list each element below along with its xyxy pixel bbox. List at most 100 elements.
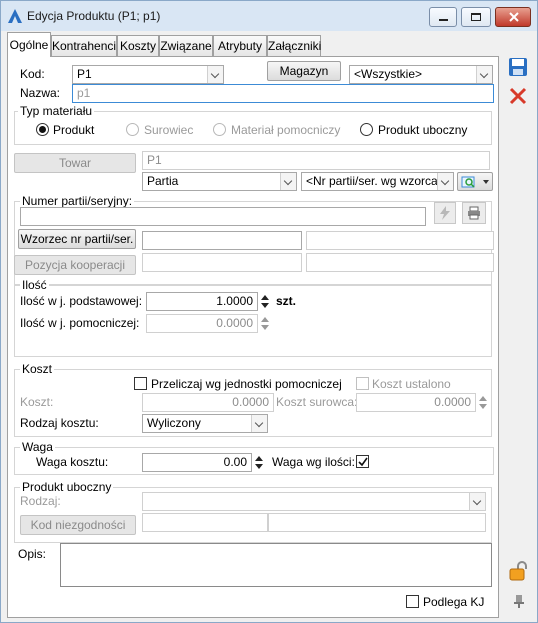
- batch-title: Numer partii/seryjny:: [20, 194, 135, 208]
- batch-number-input[interactable]: [20, 207, 426, 226]
- waga-wg-ilosci-label: Waga wg ilości:: [272, 455, 355, 469]
- close-icon: [509, 12, 519, 22]
- weight-title: Waga: [20, 440, 55, 454]
- partia-select[interactable]: Partia: [142, 172, 297, 191]
- rodzaj-kosztu-label: Rodzaj kosztu:: [20, 416, 99, 430]
- radio-material-pomocniczy[interactable]: [213, 123, 226, 136]
- base-quantity-label: Ilość w j. podstawowej:: [20, 294, 143, 308]
- magazyn-button[interactable]: Magazyn: [267, 61, 341, 81]
- delete-icon: [509, 87, 527, 105]
- base-quantity-input[interactable]: 1.0000: [146, 292, 258, 311]
- kooperacja-input: [142, 253, 302, 272]
- pin-button[interactable]: [511, 593, 527, 609]
- rodzaj-kosztu-value: Wyliczony: [147, 416, 201, 430]
- radio-surowiec[interactable]: [126, 123, 139, 136]
- kod-niezgodnosci-button[interactable]: Kod niezgodności: [20, 515, 136, 535]
- print-button[interactable]: [462, 202, 486, 224]
- aux-quantity-input[interactable]: 0.0000: [146, 314, 258, 333]
- tab-zwiazane[interactable]: Związane: [159, 35, 213, 56]
- waga-kosztu-input[interactable]: 0.00: [142, 453, 252, 472]
- kod-label: Kod:: [20, 67, 45, 81]
- magazyn-select[interactable]: <Wszystkie>: [349, 65, 493, 84]
- kod-value: P1: [77, 67, 92, 81]
- nazwa-label: Nazwa:: [20, 86, 61, 100]
- base-quantity-spinner-icon[interactable]: [260, 292, 270, 311]
- koszt-surowca-label: Koszt surowca:: [276, 395, 358, 409]
- kod-select[interactable]: P1: [72, 65, 224, 84]
- chevron-down-icon: [437, 173, 453, 190]
- search-preview-icon: [461, 176, 475, 188]
- window-title: Edycja Produktu (P1; p1): [27, 9, 161, 23]
- chevron-down-icon: [483, 180, 489, 184]
- window: Edycja Produktu (P1; p1) Ogólne Kontrahe…: [0, 0, 538, 623]
- aux-quantity-spinner-icon[interactable]: [260, 314, 270, 333]
- aux-quantity-label: Ilość w j. pomocniczej:: [20, 316, 140, 330]
- nr-partii-value: <Nr partii/ser. wg wzorca>: [306, 174, 445, 188]
- preview-dropdown-button[interactable]: [457, 172, 493, 191]
- nazwa-input[interactable]: p1: [72, 84, 494, 103]
- nr-partii-select[interactable]: <Nr partii/ser. wg wzorca>: [301, 172, 454, 191]
- opis-label: Opis:: [18, 547, 47, 561]
- base-unit-label: szt.: [276, 294, 297, 308]
- lock-icon: [509, 561, 527, 581]
- podlega-kj-checkbox[interactable]: [406, 595, 419, 608]
- kod-niezgodnosci-input: [142, 513, 268, 532]
- app-logo-icon: [8, 9, 22, 23]
- minimize-button[interactable]: [429, 7, 457, 27]
- kooperacja-button[interactable]: Pozycja kooperacji: [14, 255, 136, 275]
- tab-koszty[interactable]: Koszty: [117, 35, 159, 56]
- minimize-icon: [439, 19, 448, 21]
- wzorzec-input[interactable]: [142, 231, 302, 250]
- generate-button[interactable]: [434, 202, 456, 224]
- towar-field: P1: [142, 151, 490, 170]
- maximize-button[interactable]: [461, 7, 491, 27]
- radio-produkt-label: Produkt: [53, 123, 95, 137]
- przeliczaj-checkbox[interactable]: [134, 377, 147, 390]
- koszt-ustalono-checkbox[interactable]: [356, 377, 369, 390]
- magazyn-value: <Wszystkie>: [354, 67, 423, 81]
- koszt-surowca-spinner-icon[interactable]: [478, 393, 488, 412]
- material-type-title: Typ materiału: [18, 104, 95, 118]
- radio-produkt-uboczny-label: Produkt uboczny: [378, 123, 468, 137]
- waga-wg-ilosci-checkbox[interactable]: [356, 455, 369, 468]
- przeliczaj-label: Przeliczaj wg jednostki pomocniczej: [151, 377, 342, 391]
- delete-button[interactable]: [507, 85, 529, 107]
- partia-value: Partia: [147, 174, 179, 188]
- lightning-icon: [440, 206, 450, 220]
- cost-title: Koszt: [20, 362, 55, 376]
- tab-kontrahenci[interactable]: Kontrahenci: [51, 35, 117, 56]
- byproduct-rodzaj-label: Rodzaj:: [20, 494, 61, 508]
- chevron-down-icon: [251, 415, 267, 432]
- chevron-down-icon: [280, 173, 296, 190]
- byproduct-rodzaj-select[interactable]: [142, 492, 486, 511]
- printer-icon: [468, 206, 480, 220]
- radio-produkt[interactable]: [36, 123, 49, 136]
- kooperacja-description: [306, 253, 494, 272]
- main-panel: Kod: P1 Magazyn <Wszystkie> Nazwa: p1 Ty…: [7, 56, 499, 618]
- chevron-down-icon: [469, 493, 485, 510]
- save-button[interactable]: [507, 56, 529, 78]
- radio-material-pomocniczy-label: Materiał pomocniczy: [231, 123, 341, 137]
- close-button[interactable]: [495, 7, 531, 27]
- koszt-surowca-input[interactable]: 0.0000: [356, 393, 476, 412]
- rodzaj-kosztu-select[interactable]: Wyliczony: [142, 414, 268, 433]
- wzorzec-button[interactable]: Wzorzec nr partii/ser.: [18, 229, 136, 249]
- koszt-label: Koszt:: [20, 395, 54, 409]
- opis-textarea[interactable]: [60, 543, 492, 587]
- tab-atrybuty[interactable]: Atrybuty: [213, 35, 267, 56]
- towar-button[interactable]: Towar: [14, 153, 136, 173]
- tab-zalaczniki[interactable]: Załączniki: [267, 35, 321, 56]
- waga-kosztu-label: Waga kosztu:: [36, 455, 109, 469]
- podlega-kj-label: Podlega KJ: [423, 595, 485, 609]
- lock-button[interactable]: [507, 559, 531, 583]
- title-bar: Edycja Produktu (P1; p1): [1, 1, 537, 31]
- radio-produkt-uboczny[interactable]: [360, 123, 373, 136]
- wzorzec-description: [306, 231, 494, 250]
- koszt-ustalono-label: Koszt ustalono: [372, 377, 451, 391]
- tab-ogolne[interactable]: Ogólne: [7, 32, 51, 57]
- checkmark-icon: [358, 457, 368, 467]
- waga-kosztu-spinner-icon[interactable]: [254, 453, 264, 472]
- radio-surowiec-label: Surowiec: [144, 123, 194, 137]
- koszt-input[interactable]: 0.0000: [142, 393, 274, 412]
- maximize-icon: [471, 13, 481, 21]
